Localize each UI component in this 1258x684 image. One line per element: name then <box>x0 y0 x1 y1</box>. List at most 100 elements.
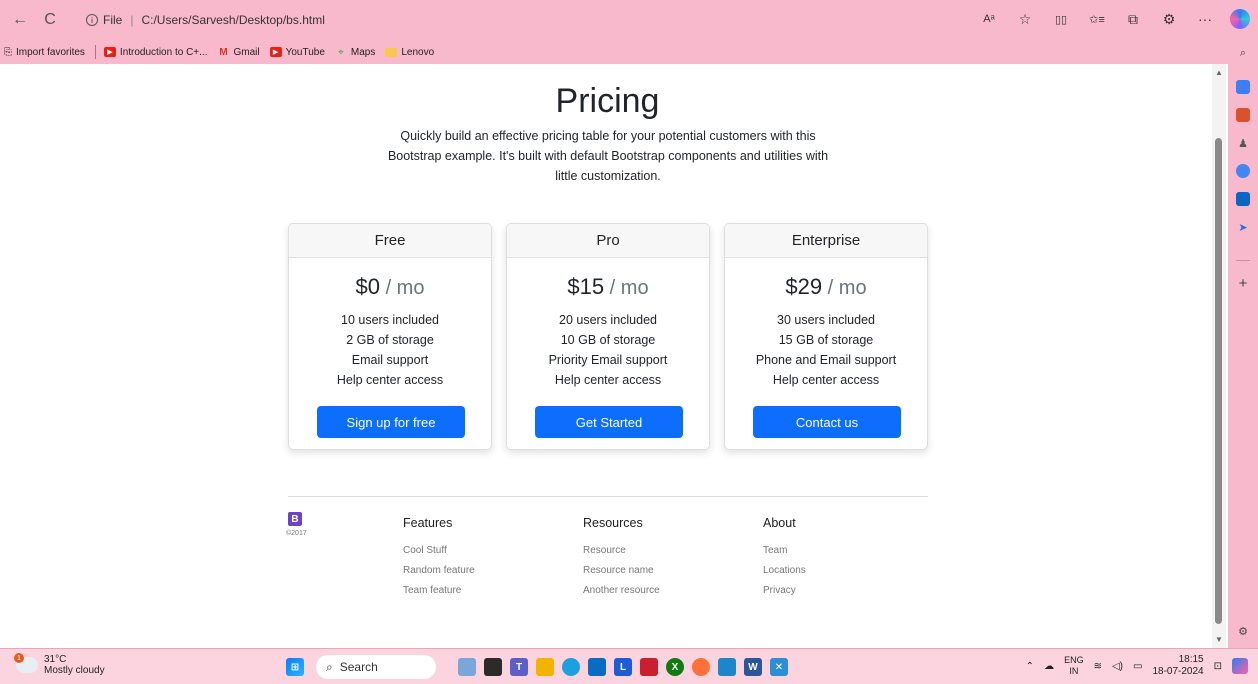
widgets-icon[interactable] <box>458 658 476 676</box>
footer-link[interactable]: Cool Stuff <box>403 541 475 561</box>
add-icon[interactable]: + <box>1236 275 1250 292</box>
feature-item: Help center access <box>554 373 662 387</box>
address-separator: | <box>130 13 134 27</box>
clock-date: 18-07-2024 <box>1152 666 1204 677</box>
footer-link[interactable]: Another resource <box>583 581 660 601</box>
address-url: C:/Users/Sarvesh/Desktop/bs.html <box>141 13 325 27</box>
favorite-label: Introduction to C+... <box>119 46 208 58</box>
price-period: / mo <box>604 277 649 299</box>
scrollbar-thumb[interactable] <box>1215 138 1222 624</box>
cloud-icon: 1 <box>14 653 38 673</box>
wifi-icon[interactable]: ≋ <box>1094 661 1102 672</box>
address-prefix: File <box>103 13 123 27</box>
feature-item: 30 users included <box>777 313 875 327</box>
favorite-gmail[interactable]: M Gmail <box>217 47 259 58</box>
favorite-youtube[interactable]: ▶ YouTube <box>269 47 325 58</box>
firefox-icon[interactable] <box>692 658 710 676</box>
edge-sidebar: ⌕ ♟ ➤ + ⚙ <box>1228 40 1258 648</box>
more-menu-icon[interactable]: ··· <box>1194 8 1216 30</box>
feature-item: Email support <box>351 353 429 367</box>
tray-overflow-icon[interactable]: ⌃ <box>1026 661 1034 672</box>
clock-time: 18:15 <box>1178 654 1204 665</box>
toolbox-icon[interactable] <box>1236 108 1250 122</box>
page-lead: Quickly build an effective pricing table… <box>387 129 829 183</box>
games-icon[interactable]: ♟ <box>1236 136 1250 150</box>
feature-item: 10 GB of storage <box>560 333 656 347</box>
notification-icon[interactable]: ⊡ <box>1214 661 1222 672</box>
pricing-card-pro: Pro $15 / mo 20 users included 10 GB of … <box>506 223 710 450</box>
footer-link[interactable]: Locations <box>763 561 806 581</box>
teams-icon[interactable]: T <box>510 658 528 676</box>
scroll-up-icon[interactable]: ▲ <box>1215 68 1223 77</box>
collections-icon[interactable]: ⧉ <box>1122 8 1144 30</box>
outlook-icon[interactable] <box>1236 192 1250 206</box>
footer-column-title: About <box>763 516 796 530</box>
search-icon[interactable]: ⌕ <box>1236 46 1250 60</box>
footer-link[interactable]: Resource name <box>583 561 660 581</box>
contact-us-button[interactable]: Contact us <box>753 406 901 438</box>
battery-icon[interactable]: ▭ <box>1133 661 1142 672</box>
send-icon[interactable]: ➤ <box>1236 220 1250 234</box>
favorite-maps[interactable]: ⌖ Maps <box>335 47 375 58</box>
extensions-icon[interactable]: ⚙ <box>1158 8 1180 30</box>
price-amount: $0 <box>355 274 381 299</box>
footer-link[interactable]: Privacy <box>763 581 806 601</box>
volume-icon[interactable]: ◁) <box>1112 661 1123 672</box>
footer-link[interactable]: Team feature <box>403 581 475 601</box>
import-favorites[interactable]: ⎘ Import favorites <box>4 47 85 58</box>
footer-link[interactable]: Random feature <box>403 561 475 581</box>
info-icon[interactable]: i <box>86 14 98 26</box>
system-clock[interactable]: 18:15 18-07-2024 <box>1152 654 1203 678</box>
lenovo-vantage-icon[interactable]: L <box>614 658 632 676</box>
region-code: IN <box>1069 666 1079 676</box>
feature-list: 10 users included 2 GB of storage Email … <box>289 310 491 390</box>
price-amount: $29 <box>785 274 823 299</box>
notepad-icon[interactable] <box>718 658 736 676</box>
favorites-icon[interactable]: ✩≡ <box>1086 8 1108 30</box>
word-icon[interactable]: W <box>744 658 762 676</box>
address-bar[interactable]: i File | C:/Users/Sarvesh/Desktop/bs.htm… <box>86 9 325 31</box>
back-button[interactable]: ← <box>8 8 32 32</box>
refresh-button[interactable]: C <box>38 8 62 32</box>
sign-up-button[interactable]: Sign up for free <box>317 406 465 438</box>
copilot-taskbar-icon[interactable] <box>1232 658 1248 674</box>
onedrive-cloud-icon[interactable]: ☁ <box>1044 661 1054 672</box>
favorite-lenovo[interactable]: Lenovo <box>385 47 434 58</box>
card-price: $29 / mo <box>725 274 927 300</box>
search-icon: ⌕ <box>326 659 333 674</box>
taskbar-search[interactable]: ⌕ Search <box>316 655 436 679</box>
shopping-tag-icon[interactable] <box>1236 80 1250 94</box>
vscode-icon[interactable]: ✕ <box>770 658 788 676</box>
price-amount: $15 <box>567 274 605 299</box>
drop-icon[interactable] <box>1236 164 1250 178</box>
card-header: Enterprise <box>725 224 927 258</box>
favorite-star-icon[interactable]: ☆ <box>1014 8 1036 30</box>
windows-start-icon[interactable]: ⊞ <box>286 658 304 676</box>
weather-temperature: 31°C <box>44 654 67 665</box>
weather-widget[interactable]: 1 31°C Mostly cloudy <box>14 653 105 676</box>
footer-link[interactable]: Team <box>763 541 806 561</box>
xbox-icon[interactable]: X <box>666 658 684 676</box>
pricing-card-enterprise: Enterprise $29 / mo 30 users included 15… <box>724 223 928 450</box>
vertical-scrollbar[interactable]: ▲ ▼ <box>1212 64 1226 648</box>
favorite-introduction[interactable]: ▶ Introduction to C+... <box>103 46 208 58</box>
split-screen-icon[interactable]: ▯▯ <box>1050 8 1072 30</box>
language-indicator[interactable]: ENG IN <box>1064 655 1084 677</box>
mail-icon[interactable] <box>588 658 606 676</box>
weather-condition: Mostly cloudy <box>44 665 105 676</box>
taskbar-search-label: Search <box>339 660 378 674</box>
footer-column-about: About Team Locations Privacy <box>763 516 806 601</box>
get-started-button[interactable]: Get Started <box>535 406 683 438</box>
scroll-down-icon[interactable]: ▼ <box>1215 635 1223 644</box>
feature-item: 20 users included <box>559 313 657 327</box>
task-view-icon[interactable] <box>484 658 502 676</box>
copilot-icon[interactable] <box>1230 9 1250 29</box>
mcafee-icon[interactable] <box>640 658 658 676</box>
settings-gear-icon[interactable]: ⚙ <box>1236 624 1250 638</box>
edge-icon[interactable] <box>562 658 580 676</box>
pricing-card-free: Free $0 / mo 10 users included 2 GB of s… <box>288 223 492 450</box>
footer-link[interactable]: Resource <box>583 541 660 561</box>
read-aloud-icon[interactable]: Aᵃ <box>978 8 1000 30</box>
file-explorer-icon[interactable] <box>536 658 554 676</box>
favorite-label: Gmail <box>233 46 260 58</box>
